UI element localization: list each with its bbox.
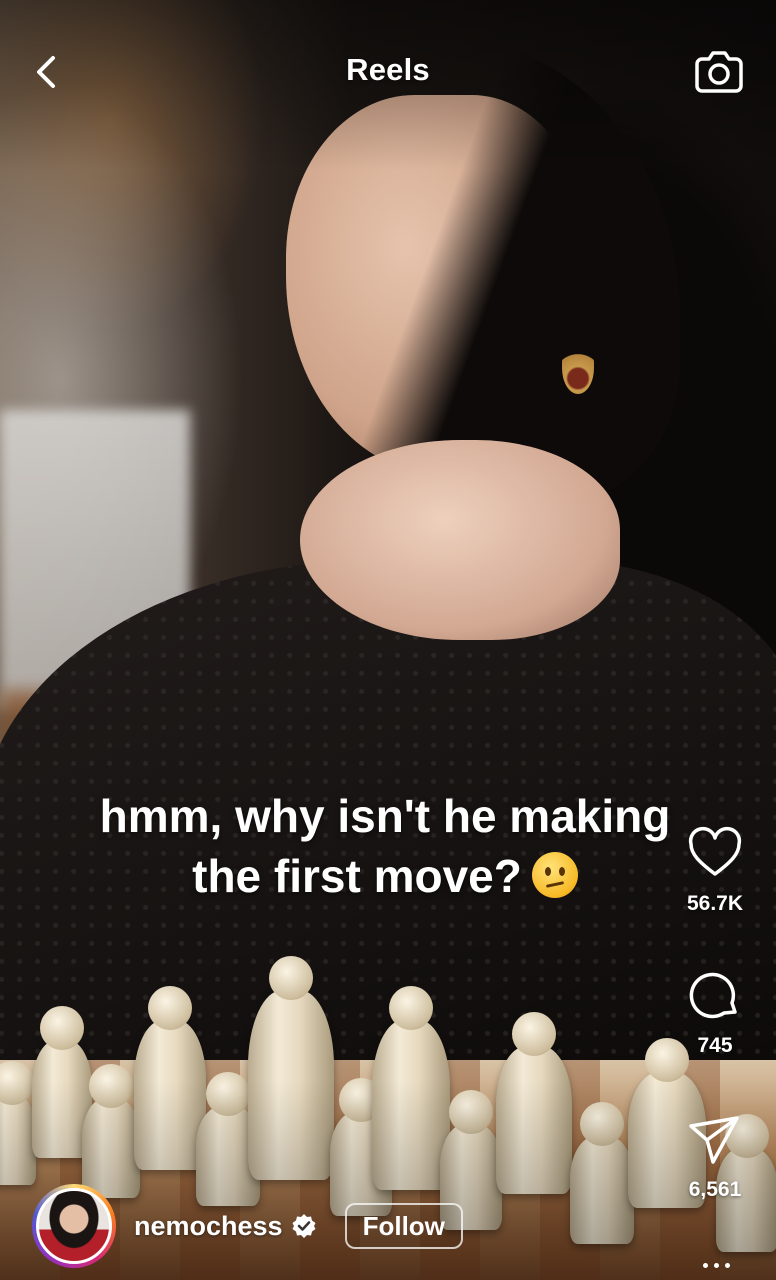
camera-button[interactable] bbox=[690, 44, 748, 98]
comment-action[interactable]: 745 bbox=[670, 968, 760, 1058]
reel-video[interactable] bbox=[0, 0, 776, 1280]
username[interactable]: nemochess bbox=[134, 1211, 283, 1242]
video-earring-shape bbox=[562, 342, 594, 394]
video-hands-shape bbox=[300, 440, 620, 640]
top-bar: Reels bbox=[0, 0, 776, 140]
video-caption: hmm, why isn't he making the first move? bbox=[40, 786, 730, 906]
comment-bubble-icon[interactable] bbox=[687, 968, 743, 1024]
share-count: 6,561 bbox=[688, 1178, 742, 1201]
more-options-button[interactable] bbox=[690, 1255, 742, 1275]
verified-badge-icon bbox=[292, 1214, 316, 1238]
follow-button[interactable]: Follow bbox=[344, 1203, 463, 1249]
comment-count: 745 bbox=[697, 1034, 733, 1057]
avatar[interactable] bbox=[36, 1188, 112, 1264]
camera-icon bbox=[695, 51, 743, 93]
paper-plane-icon[interactable] bbox=[687, 1112, 743, 1168]
confused-face-emoji bbox=[531, 852, 578, 898]
page-title: Reels bbox=[346, 52, 430, 87]
caption-line-2-text: the first move? bbox=[192, 850, 522, 902]
like-count: 56.7K bbox=[686, 892, 744, 915]
heart-icon[interactable] bbox=[687, 826, 743, 882]
more-dots-icon bbox=[702, 1262, 708, 1268]
avatar-story-ring[interactable] bbox=[32, 1184, 116, 1268]
share-action[interactable]: 6,561 bbox=[670, 1112, 760, 1202]
like-action[interactable]: 56.7K bbox=[670, 826, 760, 916]
author-row: nemochess Follow bbox=[32, 1183, 463, 1269]
caption-line-1: hmm, why isn't he making bbox=[99, 790, 671, 842]
caption-line-2: the first move? bbox=[40, 846, 730, 906]
